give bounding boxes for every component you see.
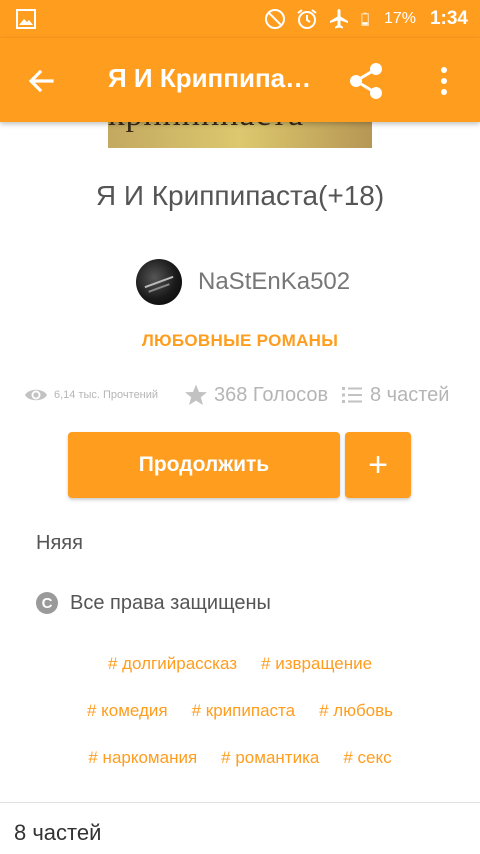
section-divider (0, 802, 480, 803)
status-bar: 17% 1:34 (0, 0, 480, 38)
tag-link[interactable]: # секс (343, 748, 391, 768)
tag-link[interactable]: # наркомания (88, 748, 197, 768)
tag-link[interactable]: # крипипаста (192, 701, 295, 721)
star-icon (185, 384, 207, 405)
reads-count: 6,14 тыс. Прочтений (54, 389, 159, 401)
story-description: Няяя (36, 532, 83, 554)
eye-icon (25, 389, 47, 401)
toolbar-title: Я И Криппипаста(+18) (108, 63, 313, 93)
airplane-icon (329, 9, 348, 29)
copyright-icon: C (36, 592, 58, 614)
genre-link[interactable]: ЛЮБОВНЫЕ РОМАНЫ (0, 331, 480, 351)
tags-row-1: # долгийрассказ # извращение (0, 654, 480, 674)
clock: 1:34 (429, 8, 468, 29)
parts-heading: 8 частей (14, 820, 102, 845)
tags-row-3: # наркомания # романтика # секс (0, 748, 480, 768)
parts-stat: 8 частей (340, 378, 449, 412)
copyright-row: C Все права защищены (36, 588, 271, 618)
tag-link[interactable]: # извращение (261, 654, 372, 674)
votes-stat: 368 Голосов (184, 378, 328, 412)
story-stats: 6,14 тыс. Прочтений 368 Голосов 8 частей (0, 378, 480, 412)
alarm-icon (297, 9, 317, 29)
status-icons: 17% 1:34 (264, 0, 468, 38)
votes-count: 368 Голосов (214, 383, 329, 406)
avatar[interactable] (136, 259, 182, 305)
tags-row-2: # комедия # крипипаста # любовь (0, 701, 480, 721)
copyright-text: Все права защищены (70, 591, 271, 614)
parts-count: 8 частей (370, 383, 450, 406)
battery-percent: 17% (383, 10, 416, 27)
author-name[interactable]: NaStEnKa502 (198, 268, 350, 296)
app-toolbar: Я И Криппипаста(+18) (0, 38, 480, 122)
gallery-icon (16, 9, 36, 29)
reads-stat: 6,14 тыс. Прочтений (24, 378, 158, 412)
tag-link[interactable]: # любовь (319, 701, 393, 721)
continue-reading-button[interactable]: Продолжить (68, 432, 340, 498)
tag-link[interactable]: # романтика (221, 748, 319, 768)
dnd-icon (264, 9, 285, 29)
more-vert-icon[interactable] (432, 64, 456, 98)
tag-link[interactable]: # комедия (87, 701, 168, 721)
add-to-library-button[interactable]: + (345, 432, 411, 498)
story-title: Я И Криппипаста(+18) (95, 180, 385, 211)
tag-link[interactable]: # долгийрассказ (108, 654, 237, 674)
battery-icon (361, 12, 369, 26)
list-icon (342, 387, 362, 403)
author-row[interactable]: NaStEnKa502 (136, 258, 350, 306)
back-arrow-icon[interactable] (24, 64, 58, 98)
share-icon[interactable] (346, 61, 386, 101)
